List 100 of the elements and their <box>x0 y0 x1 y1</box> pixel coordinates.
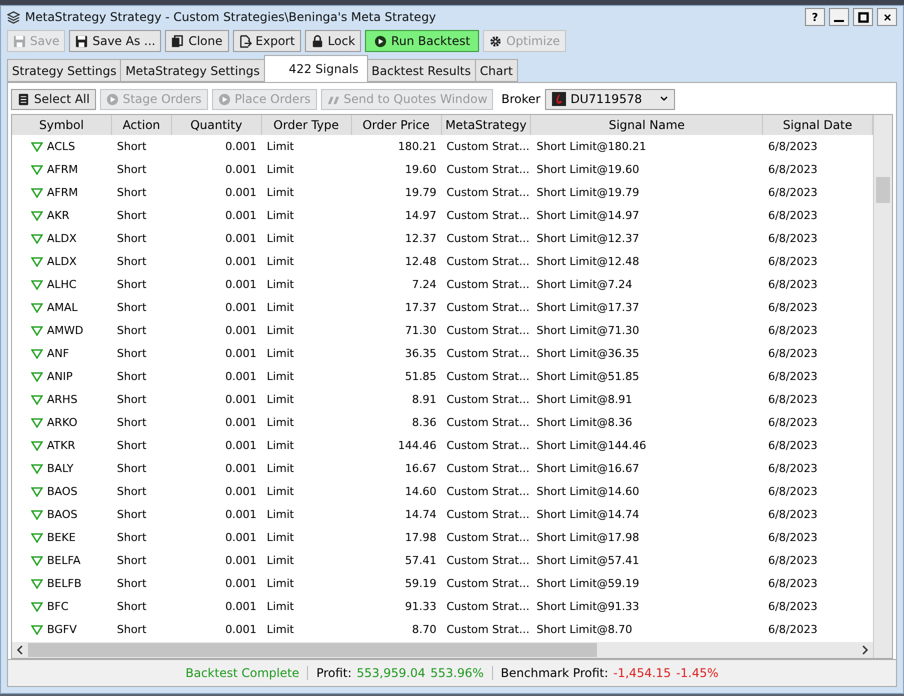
maximize-icon <box>858 12 868 22</box>
table-cell: AFRM <box>47 186 78 199</box>
table-cell: Short <box>116 508 146 521</box>
column-header[interactable]: Order Price <box>352 115 442 135</box>
scroll-left-icon[interactable] <box>16 645 24 655</box>
table-cell: 91.33 <box>404 600 436 613</box>
table-cell: Custom Strat... <box>446 462 530 475</box>
table-cell: Short <box>116 393 146 406</box>
table-cell: Custom Strat... <box>446 209 530 222</box>
table-cell: 6/8/2023 <box>768 439 818 452</box>
table-cell: 0.001 <box>225 600 257 613</box>
short-signal-icon <box>31 188 43 198</box>
toolbar-button[interactable]: Lock <box>304 30 362 52</box>
tab[interactable]: Strategy Settings <box>7 59 122 82</box>
table-cell: 57.41 <box>404 554 436 567</box>
short-signal-icon <box>31 280 43 290</box>
table-cell: Short <box>116 255 146 268</box>
table-cell: 0.001 <box>225 577 257 590</box>
table-cell: 0.001 <box>225 531 257 544</box>
scroll-right-icon[interactable] <box>861 645 869 655</box>
table-cell: Short <box>116 531 146 544</box>
table-cell: Limit <box>266 232 294 245</box>
broker-dropdown[interactable]: DU7119578 <box>544 88 674 110</box>
short-signal-icon <box>31 394 43 404</box>
table-cell: Short <box>116 462 146 475</box>
status-label: Profit: <box>316 666 352 680</box>
close-button[interactable] <box>877 8 897 26</box>
table-cell: 6/8/2023 <box>768 186 818 199</box>
table-cell: Short <box>116 140 146 153</box>
table-cell: Short <box>116 232 146 245</box>
horizontal-scrollbar[interactable] <box>12 642 873 658</box>
toolbar-button[interactable]: Save As ... <box>69 30 162 52</box>
column-header[interactable]: Quantity <box>172 115 262 135</box>
short-signal-icon <box>31 624 43 634</box>
table-cell: 6/8/2023 <box>768 508 818 521</box>
table-cell: AMAL <box>47 301 78 314</box>
column-header[interactable]: Symbol <box>12 115 112 135</box>
table-cell: Short <box>116 416 146 429</box>
column-header[interactable]: MetaStrategy <box>442 115 532 135</box>
close-icon <box>882 12 892 22</box>
table-cell: Short Limit@7.24 <box>536 278 632 291</box>
table-cell: Limit <box>266 577 294 590</box>
table-cell: Short <box>116 278 146 291</box>
table-cell: 6/8/2023 <box>768 255 818 268</box>
table-cell: Short <box>116 186 146 199</box>
table-cell: Custom Strat... <box>446 508 530 521</box>
toolbar-button[interactable]: Select All <box>11 88 96 110</box>
table-cell: 0.001 <box>225 462 257 475</box>
table-cell: ARHS <box>47 393 78 406</box>
maximize-button[interactable] <box>853 8 873 26</box>
table-cell: Short <box>116 301 146 314</box>
table-cell: 6/8/2023 <box>768 623 818 636</box>
table-cell: 0.001 <box>225 324 257 337</box>
tab[interactable]: Backtest Results <box>366 59 476 82</box>
short-signal-icon <box>31 326 43 336</box>
table-cell: Limit <box>266 508 294 521</box>
table-cell: Limit <box>266 278 294 291</box>
tab[interactable]: MetaStrategy Settings <box>120 59 265 82</box>
broker-label: Broker <box>501 92 540 106</box>
toolbar-button[interactable]: Run Backtest <box>365 30 480 52</box>
short-signal-icon <box>31 302 43 312</box>
table-cell: 0.001 <box>225 163 257 176</box>
copy-icon <box>171 34 184 48</box>
tab[interactable]: 422 Signals <box>264 55 368 82</box>
table-cell: Custom Strat... <box>446 140 530 153</box>
table-cell: ATKR <box>47 439 76 452</box>
table-cell: Short Limit@71.30 <box>536 324 640 337</box>
table-cell: 0.001 <box>225 186 257 199</box>
table-cell: Short Limit@16.67 <box>536 462 640 475</box>
vertical-scrollbar[interactable] <box>873 115 892 658</box>
short-signal-icon <box>31 210 43 220</box>
table-cell: ALHC <box>47 278 77 291</box>
table-cell: Short <box>116 347 146 360</box>
table-cell: Short Limit@57.41 <box>536 554 640 567</box>
table-cell: Short Limit@12.48 <box>536 255 640 268</box>
toolbar-button[interactable]: Export <box>232 30 301 52</box>
table-cell: 12.48 <box>404 255 436 268</box>
toolbar-button[interactable]: Clone <box>165 30 229 52</box>
table-cell: Custom Strat... <box>446 301 530 314</box>
table-cell: Limit <box>266 485 294 498</box>
layers-icon <box>7 10 20 24</box>
column-header[interactable]: Order Type <box>262 115 352 135</box>
table-cell: 0.001 <box>225 508 257 521</box>
table-cell: 0.001 <box>225 554 257 567</box>
table-cell: 0.001 <box>225 232 257 245</box>
table-cell: 17.98 <box>404 531 436 544</box>
tab[interactable]: Chart <box>474 59 518 82</box>
table-cell: Custom Strat... <box>446 623 530 636</box>
table-cell: Limit <box>266 370 294 383</box>
help-button[interactable]: ? <box>805 8 825 26</box>
table-cell: Short <box>116 439 146 452</box>
table-cell: 6/8/2023 <box>768 370 818 383</box>
table-cell: 8.70 <box>412 623 436 636</box>
table-cell: BGFV <box>47 623 77 636</box>
minimize-button[interactable] <box>829 8 849 26</box>
short-signal-icon <box>31 532 43 542</box>
table-cell: ALDX <box>47 232 77 245</box>
column-header[interactable]: Signal Name <box>531 115 764 135</box>
column-header[interactable]: Action <box>112 115 172 135</box>
window-title: MetaStrategy Strategy - Custom Strategies\Beninga's Meta Strategy <box>25 10 438 24</box>
